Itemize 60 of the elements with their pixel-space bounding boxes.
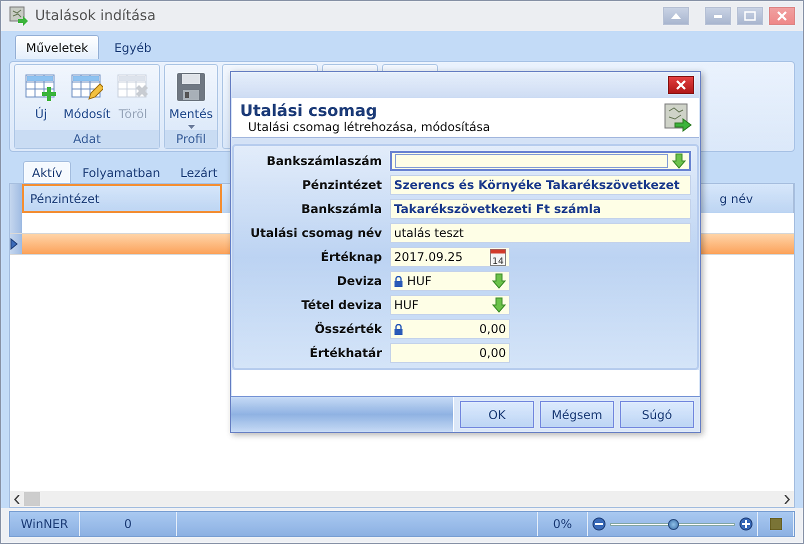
money-transfer-icon — [663, 101, 693, 133]
ribbon-tab[interactable]: Műveletek — [15, 35, 100, 59]
input-field[interactable]: HUF — [390, 271, 510, 291]
zoom-percent: 0% — [538, 512, 588, 536]
lock-icon — [394, 324, 403, 334]
list-tab[interactable]: Aktív — [23, 161, 72, 183]
column-header[interactable]: Pénzintézet — [22, 184, 222, 213]
field-label: Összérték — [314, 322, 382, 336]
ribbon-button[interactable]: Módosít — [65, 69, 109, 130]
ribbon-tab[interactable]: Egyéb — [103, 35, 163, 59]
input-field[interactable]: Szerencs és Környéke Takarékszövetkezet — [390, 175, 691, 195]
dialog-close-button[interactable] — [668, 76, 694, 94]
field-label: Utalási csomag név — [249, 226, 382, 240]
input-field[interactable]: 0,00 — [390, 343, 510, 363]
input-field[interactable]: 0,00 — [390, 319, 510, 339]
maximize-icon — [744, 11, 756, 21]
group-label: Adat — [15, 130, 159, 148]
close-icon — [676, 80, 686, 90]
list-tab[interactable]: Lezárt — [171, 161, 226, 183]
input-field[interactable]: 2017.09.25 14 — [390, 247, 510, 267]
ribbon-button[interactable]: Új — [19, 69, 63, 130]
status-count: 0 — [80, 512, 177, 536]
ribbon-button[interactable]: Mentés — [169, 69, 213, 130]
calendar-icon[interactable]: 14 — [490, 248, 506, 266]
field-label: Bankszámlaszám — [266, 154, 382, 168]
status-app: WinNER — [10, 512, 80, 536]
field-label: Bankszámla — [300, 202, 382, 216]
group-label: Profil — [165, 130, 217, 148]
horizontal-scrollbar[interactable] — [10, 491, 794, 507]
scrollbar-thumb[interactable] — [24, 492, 40, 506]
down-arrow-icon[interactable] — [672, 153, 686, 169]
input-field[interactable]: utalás teszt — [390, 223, 691, 243]
field-label: Pénzintézet — [301, 178, 382, 192]
field-label: Értéknap — [320, 250, 382, 264]
slider-thumb[interactable] — [668, 518, 678, 530]
input-field[interactable]: HUF — [390, 295, 510, 315]
field-label: Deviza — [336, 274, 382, 288]
close-icon — [777, 11, 787, 21]
lock-icon — [394, 276, 403, 286]
row-pointer-icon — [10, 238, 18, 250]
zoom-out-icon[interactable] — [592, 517, 606, 531]
dialog-button[interactable]: Mégsem — [540, 401, 614, 428]
up-arrow-icon — [671, 13, 681, 19]
field-label: Értékhatár — [308, 346, 382, 360]
input-field[interactable] — [390, 151, 691, 171]
list-tab[interactable]: Folyamatban — [73, 161, 170, 183]
row-header[interactable] — [10, 234, 22, 254]
field-label: Tétel deviza — [300, 298, 382, 312]
minimize-icon — [714, 14, 722, 18]
down-arrow-icon[interactable] — [492, 273, 506, 289]
dialog-title: Utalási csomag — [240, 101, 378, 120]
window-title: Utalások indítása — [35, 8, 157, 24]
input-field[interactable]: Takarékszövetkezeti Ft számla — [390, 199, 691, 219]
zoom-in-icon[interactable] — [739, 517, 753, 531]
down-arrow-icon[interactable] — [492, 297, 506, 313]
close-button[interactable] — [769, 7, 795, 25]
dialog-button[interactable]: Súgó — [620, 401, 694, 428]
dialog-button[interactable]: OK — [460, 401, 534, 428]
dialog-subtitle: Utalási csomag létrehozása, módosítása — [247, 120, 490, 134]
app-icon — [9, 6, 29, 26]
